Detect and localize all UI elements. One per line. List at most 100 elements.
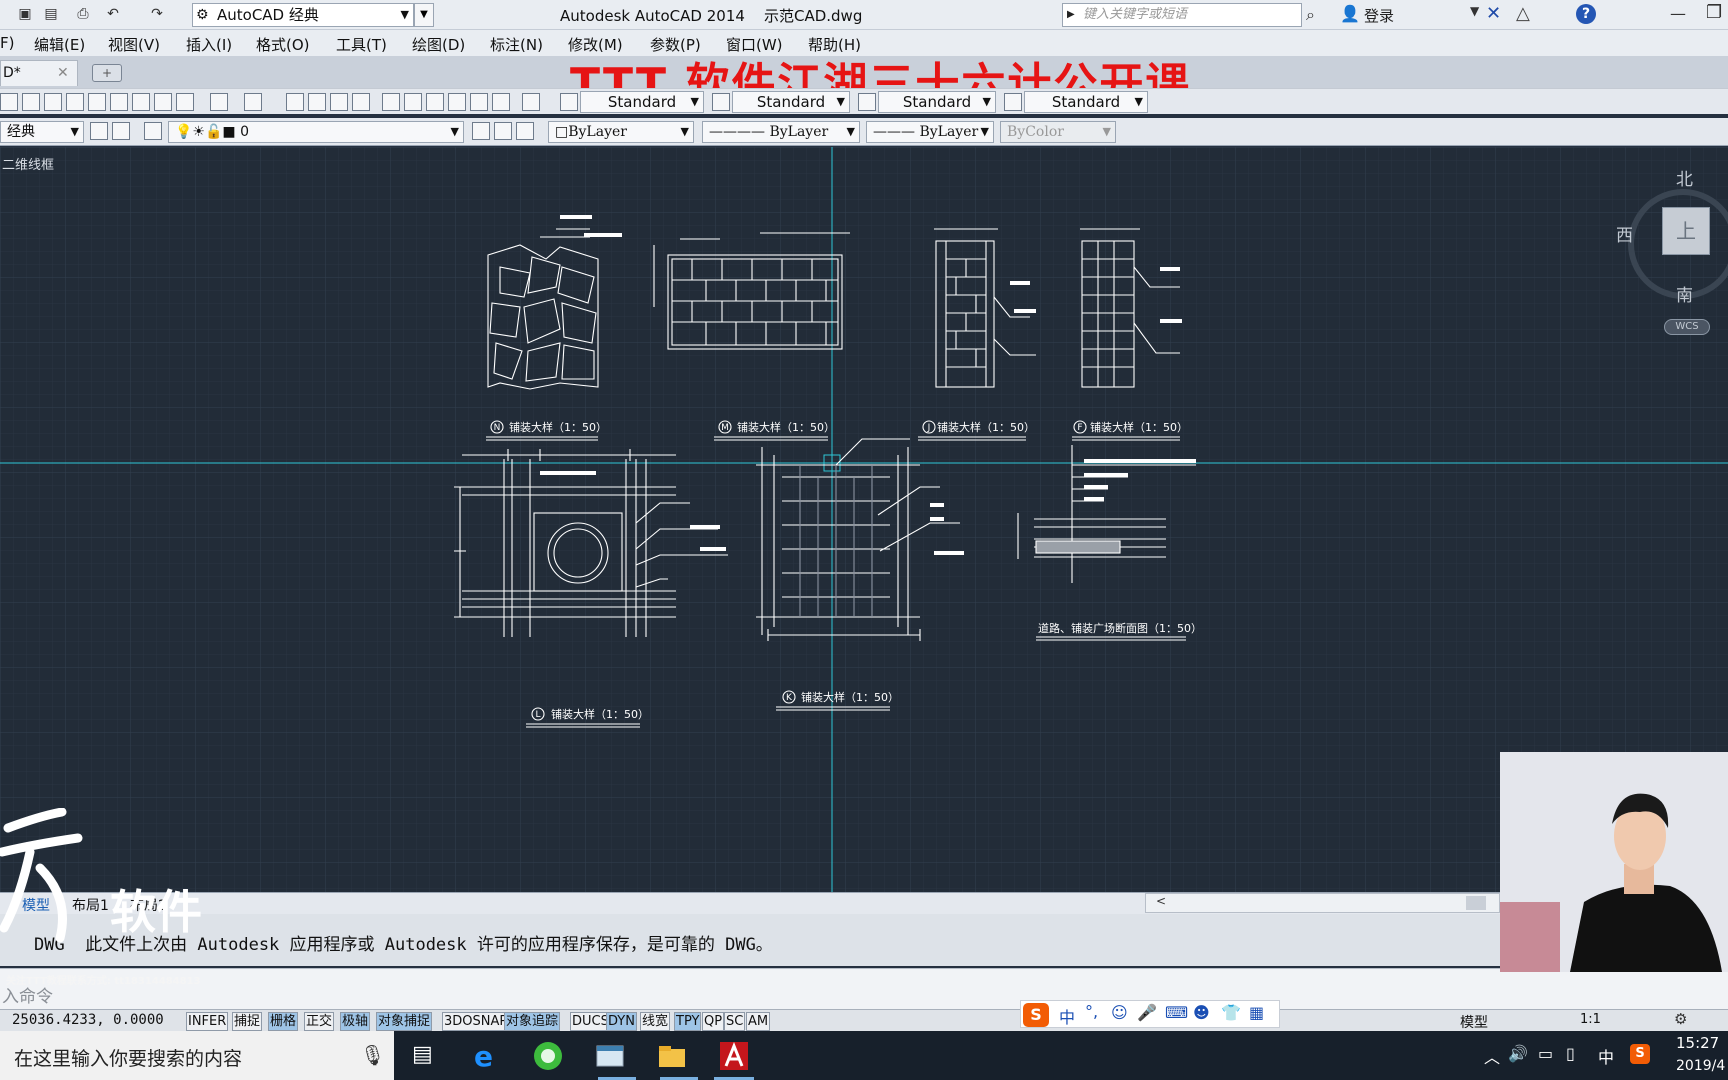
microphone-icon[interactable]: 🎤	[1137, 1003, 1157, 1022]
compass-south[interactable]: 南	[1676, 281, 1693, 306]
print-icon[interactable]: ⎙	[74, 5, 92, 23]
command-input[interactable]	[0, 968, 1728, 1010]
color-select[interactable]: □ByLayer ▼	[548, 121, 694, 143]
properties-icon[interactable]	[382, 93, 400, 111]
menu-file[interactable]: F)	[0, 34, 14, 52]
tool-palettes-icon[interactable]	[426, 93, 444, 111]
user-ime-icon[interactable]: ☻	[1193, 1003, 1210, 1022]
login-button[interactable]: 登录	[1364, 5, 1394, 26]
toggle-grid[interactable]: 栅格	[268, 1012, 299, 1031]
login-dropdown-icon[interactable]: ▼	[1470, 4, 1479, 18]
toggle-sc[interactable]: SC	[724, 1012, 746, 1031]
undo-toolbar-icon[interactable]	[210, 93, 228, 111]
toggle-infer[interactable]: INFER	[186, 1012, 229, 1031]
toggle-lineweight[interactable]: 线宽	[640, 1012, 671, 1031]
toolbox-icon[interactable]: ▦	[1249, 1003, 1264, 1022]
taskbar-clock[interactable]: 15:27	[1676, 1034, 1719, 1052]
network-icon[interactable]: ▯	[1566, 1044, 1575, 1063]
viewcube[interactable]: 上 北 西 南 WCS	[1616, 163, 1728, 348]
match-properties-icon[interactable]	[154, 93, 172, 111]
workspace-settings-icon[interactable]	[90, 122, 108, 140]
keyboard-icon[interactable]: ⌨	[1165, 1003, 1188, 1022]
search-input[interactable]: ▶ 键入关键字或短语	[1062, 3, 1302, 27]
toggle-osnap[interactable]: 对象捕捉	[376, 1012, 433, 1031]
text-style-icon[interactable]	[560, 93, 578, 111]
pan-icon[interactable]	[286, 93, 304, 111]
menu-format[interactable]: 格式(O)	[256, 34, 310, 55]
publish-icon[interactable]	[66, 93, 84, 111]
ime-mode[interactable]: 中	[1059, 1004, 1075, 1028]
app-window-icon[interactable]	[594, 1040, 626, 1072]
markup-icon[interactable]	[470, 93, 488, 111]
compass-north[interactable]: 北	[1676, 165, 1693, 190]
input-language[interactable]: 中	[1598, 1044, 1614, 1068]
annotation-scale[interactable]: 1:1	[1580, 1012, 1601, 1027]
autocad-taskbar-icon[interactable]	[718, 1040, 750, 1072]
menu-insert[interactable]: 插入(I)	[186, 34, 232, 55]
taskbar-search-text[interactable]: 在这里输入你要搜索的内容	[14, 1044, 242, 1071]
battery-icon[interactable]: ▭	[1538, 1044, 1553, 1063]
task-view-icon[interactable]: ▤	[412, 1042, 433, 1067]
toggle-ducs[interactable]: DUCS	[570, 1012, 611, 1031]
taskbar-date[interactable]: 2019/4	[1676, 1058, 1725, 1074]
layer-select[interactable]: 💡☀🔓■ 0 ▼	[168, 121, 464, 143]
toggle-snap[interactable]: 捕捉	[232, 1012, 263, 1031]
compass-west[interactable]: 西	[1616, 221, 1633, 246]
quickcalc-icon[interactable]	[492, 93, 510, 111]
workspace-short-select[interactable]: 经典 ▼	[0, 121, 84, 143]
skin-icon[interactable]: 👕	[1221, 1003, 1241, 1022]
menu-view[interactable]: 视图(V)	[108, 34, 160, 55]
block-editor-icon[interactable]	[176, 93, 194, 111]
wcs-menu[interactable]: WCS	[1664, 319, 1710, 335]
undo-icon[interactable]: ↶	[104, 5, 122, 23]
layer-previous-icon[interactable]	[494, 122, 512, 140]
mleader-style-select[interactable]: Standard ▼	[1024, 91, 1148, 113]
volume-icon[interactable]: 🔊	[1508, 1044, 1528, 1063]
save-icon[interactable]: ▣	[16, 5, 34, 23]
save-as-icon[interactable]: ▤	[42, 5, 60, 23]
toolbar-lock-icon[interactable]	[112, 122, 130, 140]
redo-toolbar-icon[interactable]	[244, 93, 262, 111]
drawing-canvas[interactable]: N M J F L K 铺装大样（1：50） 铺装大样（1：50） 铺装大样（1…	[0, 147, 1728, 893]
workspace-gear-icon[interactable]: ⚙	[1674, 1010, 1687, 1028]
design-center-icon[interactable]	[404, 93, 422, 111]
tray-chevron-icon[interactable]: ︿	[1484, 1044, 1500, 1068]
menu-edit[interactable]: 编辑(E)	[34, 34, 85, 55]
menu-draw[interactable]: 绘图(D)	[412, 34, 465, 55]
dim-style-icon[interactable]	[712, 93, 730, 111]
help-toolbar-icon[interactable]	[522, 93, 540, 111]
mleader-style-icon[interactable]	[1004, 93, 1022, 111]
layer-walk-icon[interactable]	[516, 122, 534, 140]
make-current-layer-icon[interactable]	[472, 122, 490, 140]
close-icon[interactable]: ✕	[57, 61, 69, 85]
layer-properties-icon[interactable]	[144, 122, 162, 140]
redo-icon[interactable]: ↷	[148, 5, 166, 23]
ime-toolbar[interactable]: S 中 °, ☺ 🎤 ⌨ ☻ 👕 ▦	[1020, 1000, 1280, 1028]
browser-icon[interactable]	[532, 1040, 564, 1072]
viewport-label[interactable]: 二维线框	[2, 154, 54, 173]
new-icon[interactable]	[0, 93, 18, 111]
sogou-icon[interactable]: S	[1023, 1003, 1049, 1027]
microphone-taskbar-icon[interactable]: 🎙	[360, 1043, 385, 1067]
menu-dimension[interactable]: 标注(N)	[490, 34, 543, 55]
exchange-icon[interactable]: ✕	[1486, 3, 1501, 24]
quick-access-dropdown[interactable]: ▼	[414, 3, 434, 27]
text-style-select[interactable]: Standard ▼	[580, 91, 704, 113]
a360-icon[interactable]: △	[1516, 3, 1530, 24]
punctuation-icon[interactable]: °,	[1085, 1002, 1098, 1021]
horizontal-scrollbar[interactable]: <	[1145, 893, 1500, 913]
paste-icon[interactable]	[132, 93, 150, 111]
cut-icon[interactable]	[88, 93, 106, 111]
copy-icon[interactable]	[110, 93, 128, 111]
help-icon[interactable]: ?	[1576, 4, 1596, 24]
binoculars-icon[interactable]: ⌕	[1306, 5, 1315, 25]
workspace-select[interactable]: ⚙ AutoCAD 经典 ▼	[192, 3, 414, 27]
lineweight-select[interactable]: ——— ByLayer ▼	[866, 121, 994, 143]
viewcube-face[interactable]: 上	[1662, 207, 1710, 255]
restore-icon[interactable]: ❐	[1706, 2, 1722, 23]
dim-style-select[interactable]: Standard ▼	[732, 91, 850, 113]
minimize-icon[interactable]: —	[1670, 4, 1686, 23]
menu-tools[interactable]: 工具(T)	[336, 34, 387, 55]
scroll-left-icon[interactable]: <	[1156, 894, 1166, 908]
toggle-ortho[interactable]: 正交	[304, 1012, 335, 1031]
